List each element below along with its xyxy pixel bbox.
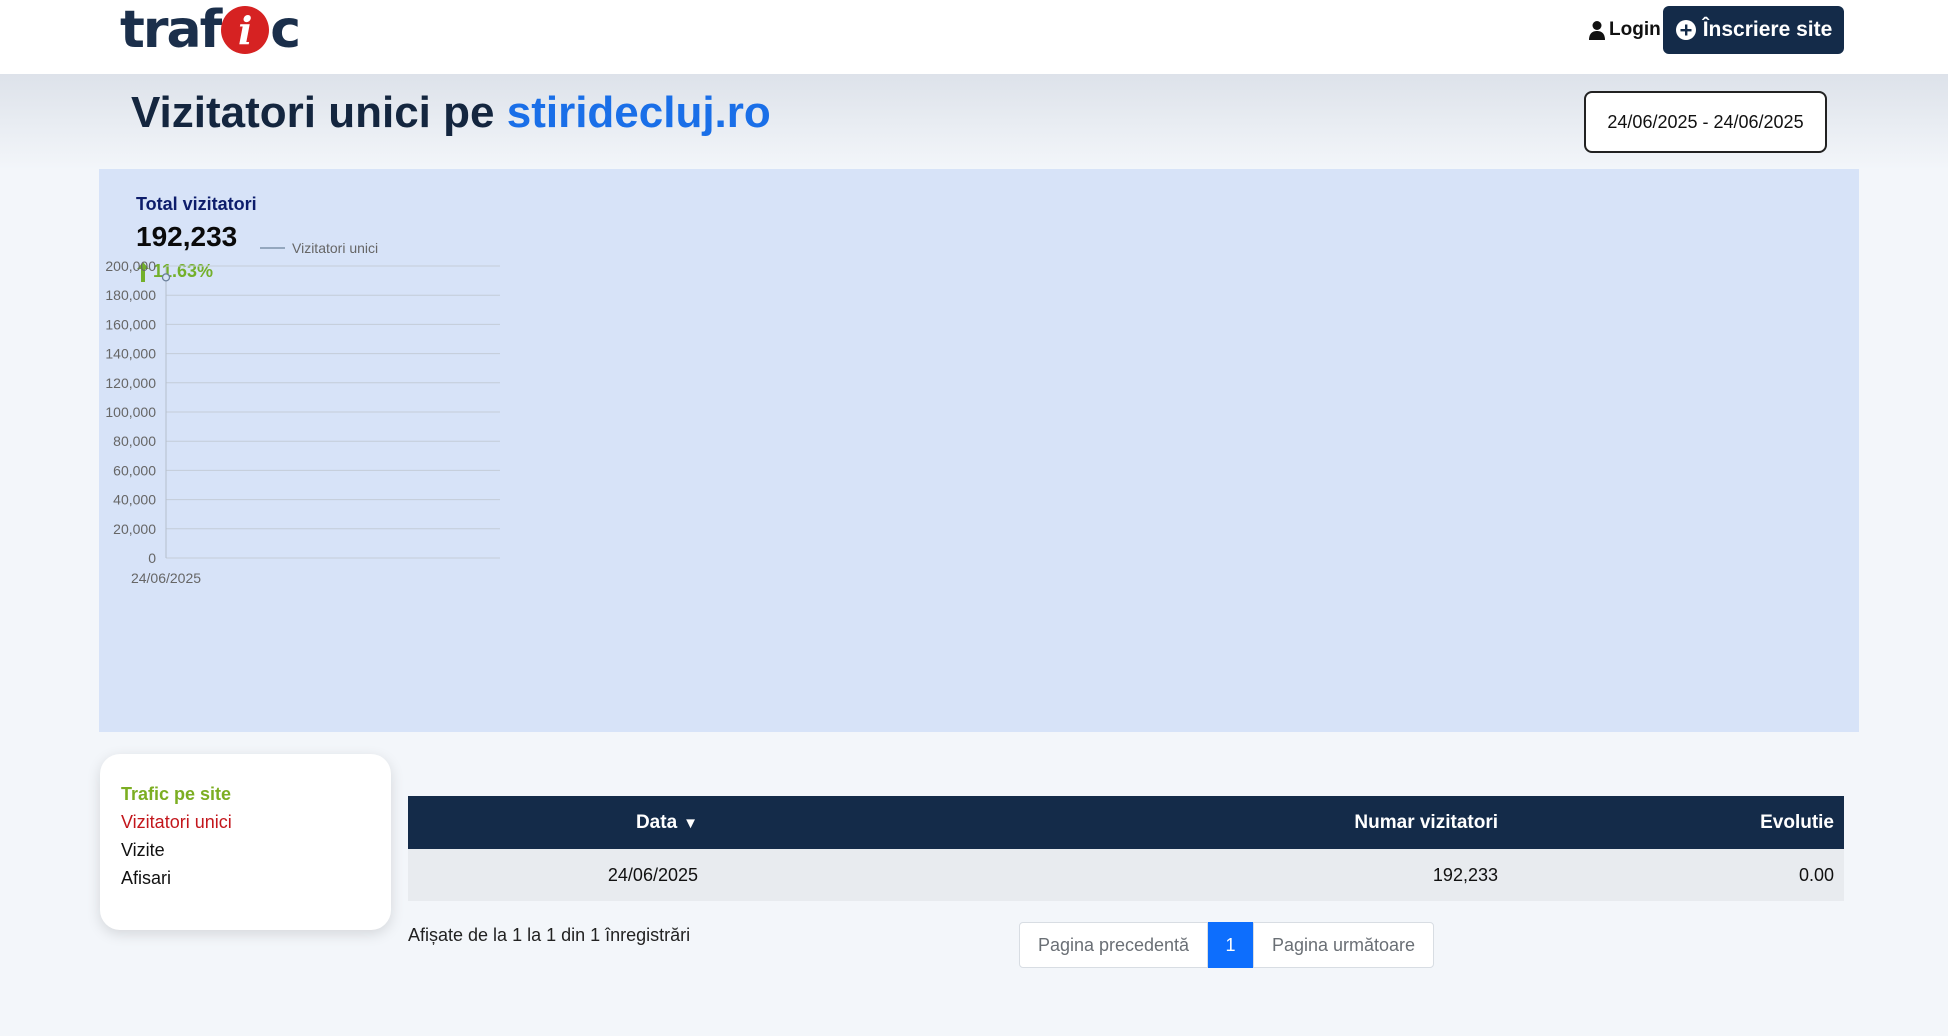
visitors-table: Data ▼ Numar vizitatori Evolutie 24/06/20… xyxy=(408,796,1844,901)
column-header-evolutie[interactable]: Evolutie xyxy=(1508,796,1844,849)
data-point xyxy=(161,273,171,282)
menu-heading-trafic[interactable]: Trafic pe site xyxy=(121,780,370,808)
cell-visitors: 192,233 xyxy=(708,849,1508,901)
signup-label: Înscriere site xyxy=(1702,18,1833,41)
trafic-logo[interactable]: traf i c xyxy=(120,0,301,60)
signup-site-button[interactable]: Înscriere site xyxy=(1663,6,1844,54)
cell-evolution: 0.00 xyxy=(1508,849,1844,901)
top-header: traf i c Login Înscriere site xyxy=(0,0,1948,74)
y-tick-label: 200,000 xyxy=(105,258,156,274)
page-title: Vizitatori unici pe stiridecluj.ro xyxy=(131,88,771,138)
sort-desc-icon: ▼ xyxy=(683,814,698,832)
pagination: Pagina precedentă 1 Pagina următoare xyxy=(1019,922,1434,968)
y-tick-label: 60,000 xyxy=(113,462,156,478)
chart-panel: Total vizitatori 192,233 11.63% 0 20,000 4… xyxy=(99,169,1859,732)
page-title-prefix: Vizitatori unici pe xyxy=(131,88,495,137)
y-tick-label: 40,000 xyxy=(113,492,156,508)
records-info: Afișate de la 1 la 1 din 1 înregistrări xyxy=(408,925,691,945)
user-icon xyxy=(1589,21,1605,40)
column-header-numar-vizitatori[interactable]: Numar vizitatori xyxy=(708,796,1508,849)
y-tick-label: 120,000 xyxy=(105,375,156,391)
x-tick-label: 24/06/2025 xyxy=(131,570,201,586)
cell-date: 24/06/2025 xyxy=(408,849,708,901)
login-label: Login xyxy=(1609,19,1661,40)
y-tick-label: 80,000 xyxy=(113,433,156,449)
menu-item-vizitatori-unici[interactable]: Vizitatori unici xyxy=(121,808,370,836)
login-link[interactable]: Login xyxy=(1588,15,1661,45)
menu-item-vizite[interactable]: Vizite xyxy=(121,836,370,864)
logo-text-start: traf xyxy=(120,0,222,60)
y-tick-label: 20,000 xyxy=(113,521,156,537)
current-page-button[interactable]: 1 xyxy=(1208,922,1253,968)
table-header-row: Data ▼ Numar vizitatori Evolutie xyxy=(408,796,1844,849)
y-tick-label: 140,000 xyxy=(105,346,156,362)
logo-text-end: c xyxy=(270,0,301,60)
y-tick-label: 0 xyxy=(148,550,156,566)
plus-circle-icon xyxy=(1675,20,1696,40)
side-menu: Trafic pe site Vizitatori unici Vizite A… xyxy=(100,754,391,930)
logo-i-badge: i xyxy=(221,6,270,54)
next-page-button[interactable]: Pagina următoare xyxy=(1253,922,1434,968)
previous-page-button[interactable]: Pagina precedentă xyxy=(1019,922,1208,968)
date-range-picker[interactable]: 24/06/2025 - 24/06/2025 xyxy=(1584,91,1827,153)
y-tick-label: 160,000 xyxy=(105,316,156,332)
visitors-line-chart: 0 20,000 40,000 60,000 80,000 100,000 120,000 1… xyxy=(105,240,500,586)
column-header-data[interactable]: Data ▼ xyxy=(408,796,708,849)
legend-label: Vizitatori unici xyxy=(292,240,378,256)
site-name: stiridecluj.ro xyxy=(506,88,771,137)
y-tick-label: 180,000 xyxy=(105,287,156,303)
menu-item-afisari[interactable]: Afisari xyxy=(121,864,370,892)
table-row: 24/06/2025 192,233 0.00 xyxy=(408,849,1844,901)
y-tick-label: 100,000 xyxy=(105,404,156,420)
